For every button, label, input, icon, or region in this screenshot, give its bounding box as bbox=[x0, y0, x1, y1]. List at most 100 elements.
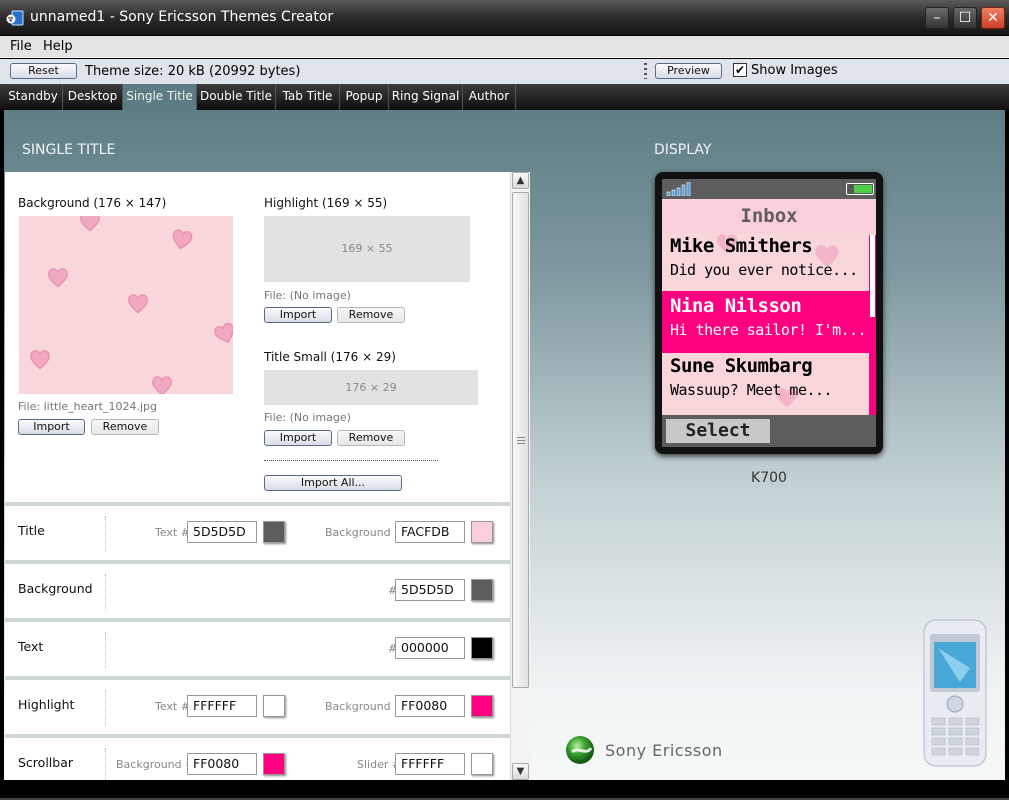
heart-icon bbox=[128, 294, 148, 314]
toolbar: Reset Theme size: 20 kB (20992 bytes) Pr… bbox=[0, 59, 1009, 84]
background-color-input[interactable]: 5D5D5D bbox=[395, 579, 465, 601]
scrollbar-slider-color-swatch[interactable] bbox=[471, 753, 493, 775]
phone-screen: Inbox Mike Smithers Did you ever notice.… bbox=[662, 179, 876, 447]
title-small-image-placeholder: 176 × 29 bbox=[264, 370, 478, 405]
menu-bar: File Help bbox=[0, 36, 1009, 58]
scrollbar-background-color-swatch[interactable] bbox=[263, 753, 285, 775]
row-divider bbox=[105, 574, 106, 610]
tab-bar: Standby Desktop Single Title Double Titl… bbox=[0, 84, 1009, 110]
highlight-text-color-swatch[interactable] bbox=[263, 695, 285, 717]
grip-icon bbox=[517, 437, 525, 445]
theme-size-text: Theme size: 20 kB (20992 bytes) bbox=[85, 64, 301, 79]
text-color-swatch[interactable] bbox=[471, 637, 493, 659]
background-remove-button[interactable]: Remove bbox=[91, 419, 159, 435]
background-import-button[interactable]: Import bbox=[18, 419, 85, 435]
import-all-button[interactable]: Import All... bbox=[264, 475, 402, 491]
show-images-label: Show Images bbox=[751, 63, 838, 78]
minimize-button[interactable]: – bbox=[925, 7, 949, 29]
row-label: Title bbox=[18, 523, 45, 538]
message-preview: Did you ever notice... bbox=[670, 261, 858, 279]
bottom-bar bbox=[0, 780, 1009, 800]
chevron-up-icon: ▲ bbox=[516, 175, 525, 186]
title-bar: unnamed1 - Sony Ericsson Themes Creator … bbox=[0, 0, 1009, 36]
minimize-icon: – bbox=[933, 10, 941, 26]
scrollbar-background-color-input[interactable]: FF0080 bbox=[187, 753, 257, 775]
close-icon: ✕ bbox=[987, 10, 999, 26]
heart-icon bbox=[80, 216, 100, 232]
title-text-color-input[interactable]: 5D5D5D bbox=[187, 521, 257, 543]
heart-icon bbox=[30, 350, 50, 370]
row-label: Background bbox=[18, 581, 93, 596]
maximize-icon: ☐ bbox=[958, 10, 972, 26]
message-item[interactable]: Mike Smithers Did you ever notice... bbox=[662, 233, 869, 291]
scroll-thumb[interactable] bbox=[512, 192, 529, 688]
scroll-down-button[interactable]: ▼ bbox=[512, 763, 529, 780]
close-button[interactable]: ✕ bbox=[981, 7, 1005, 29]
highlight-text-color-input[interactable]: FFFFFF bbox=[187, 695, 257, 717]
single-title-heading: SINGLE TITLE bbox=[22, 142, 116, 158]
menu-file[interactable]: File bbox=[10, 39, 32, 54]
color-row-scrollbar: Scrollbar Background # FF0080 Slider # F… bbox=[5, 734, 510, 780]
title-small-import-button[interactable]: Import bbox=[264, 430, 332, 446]
window-title: unnamed1 - Sony Ericsson Themes Creator bbox=[30, 9, 334, 25]
field-label: Text # bbox=[155, 526, 190, 539]
highlight-background-color-input[interactable]: FF0080 bbox=[395, 695, 465, 717]
select-softkey[interactable]: Select bbox=[666, 419, 770, 443]
scrollbar-slider-color-input[interactable]: FFFFFF bbox=[395, 753, 465, 775]
row-divider bbox=[105, 690, 106, 726]
field-label: Background # bbox=[116, 758, 195, 771]
color-row-highlight: Highlight Text # FFFFFF Background # FF0… bbox=[5, 676, 510, 730]
heart-icon bbox=[48, 268, 68, 288]
menu-help[interactable]: Help bbox=[43, 39, 73, 54]
softkey-bar: Select bbox=[662, 415, 876, 447]
highlight-import-button[interactable]: Import bbox=[264, 307, 332, 323]
message-item-selected[interactable]: Nina Nilsson Hi there sailor! I'm... bbox=[662, 291, 869, 353]
title-small-remove-button[interactable]: Remove bbox=[337, 430, 405, 446]
panel-scrollbar[interactable]: ▲ ▼ bbox=[510, 172, 530, 780]
background-image-label: Background (176 × 147) bbox=[18, 196, 167, 210]
highlight-image-placeholder: 169 × 55 bbox=[264, 216, 470, 282]
color-row-title: Title Text # 5D5D5D Background # FACFDB bbox=[5, 502, 510, 556]
highlight-background-color-swatch[interactable] bbox=[471, 695, 493, 717]
heart-icon bbox=[172, 229, 193, 250]
heart-icon bbox=[214, 322, 233, 343]
row-divider bbox=[105, 632, 106, 668]
phone-display: Inbox Mike Smithers Did you ever notice.… bbox=[655, 172, 883, 454]
brand-name: Sony Ericsson bbox=[605, 741, 723, 760]
message-sender: Nina Nilsson bbox=[670, 295, 802, 317]
text-color-input[interactable]: 000000 bbox=[395, 637, 465, 659]
scroll-up-button[interactable]: ▲ bbox=[512, 172, 529, 189]
title-text-color-swatch[interactable] bbox=[263, 521, 285, 543]
tab-desktop[interactable]: Desktop bbox=[63, 84, 123, 110]
tab-single-title[interactable]: Single Title bbox=[123, 84, 197, 110]
toolbar-separator bbox=[644, 63, 647, 79]
message-sender: Mike Smithers bbox=[670, 235, 813, 257]
highlight-remove-button[interactable]: Remove bbox=[337, 307, 405, 323]
screen-scroll-slider bbox=[870, 235, 875, 317]
tab-tab-title[interactable]: Tab Title bbox=[276, 84, 340, 110]
background-color-swatch[interactable] bbox=[471, 579, 493, 601]
content-area: SINGLE TITLE DISPLAY Background (176 × 1… bbox=[4, 110, 1005, 780]
tab-author[interactable]: Author bbox=[463, 84, 516, 110]
message-item[interactable]: Sune Skumbarg Wassuup? Meet me... bbox=[662, 353, 869, 411]
message-preview: Hi there sailor! I'm... bbox=[670, 321, 867, 339]
message-preview: Wassuup? Meet me... bbox=[670, 381, 833, 399]
message-list: Mike Smithers Did you ever notice... Nin… bbox=[662, 233, 876, 415]
maximize-button[interactable]: ☐ bbox=[953, 7, 977, 29]
screen-title: Inbox bbox=[662, 199, 876, 233]
preview-button[interactable]: Preview bbox=[655, 63, 722, 79]
show-images-checkbox[interactable]: ✔ bbox=[733, 63, 747, 77]
reset-button[interactable]: Reset bbox=[10, 63, 77, 79]
screen-scrollbar bbox=[869, 235, 876, 415]
dotted-separator bbox=[264, 460, 438, 461]
row-label: Scrollbar bbox=[18, 755, 73, 770]
row-divider bbox=[105, 516, 106, 552]
title-background-color-swatch[interactable] bbox=[471, 521, 493, 543]
signal-strength-icon bbox=[666, 182, 691, 196]
display-heading: DISPLAY bbox=[654, 142, 712, 158]
tab-double-title[interactable]: Double Title bbox=[197, 84, 276, 110]
title-background-color-input[interactable]: FACFDB bbox=[395, 521, 465, 543]
tab-ring-signal[interactable]: Ring Signal bbox=[389, 84, 463, 110]
tab-popup[interactable]: Popup bbox=[340, 84, 389, 110]
tab-standby[interactable]: Standby bbox=[4, 84, 63, 110]
